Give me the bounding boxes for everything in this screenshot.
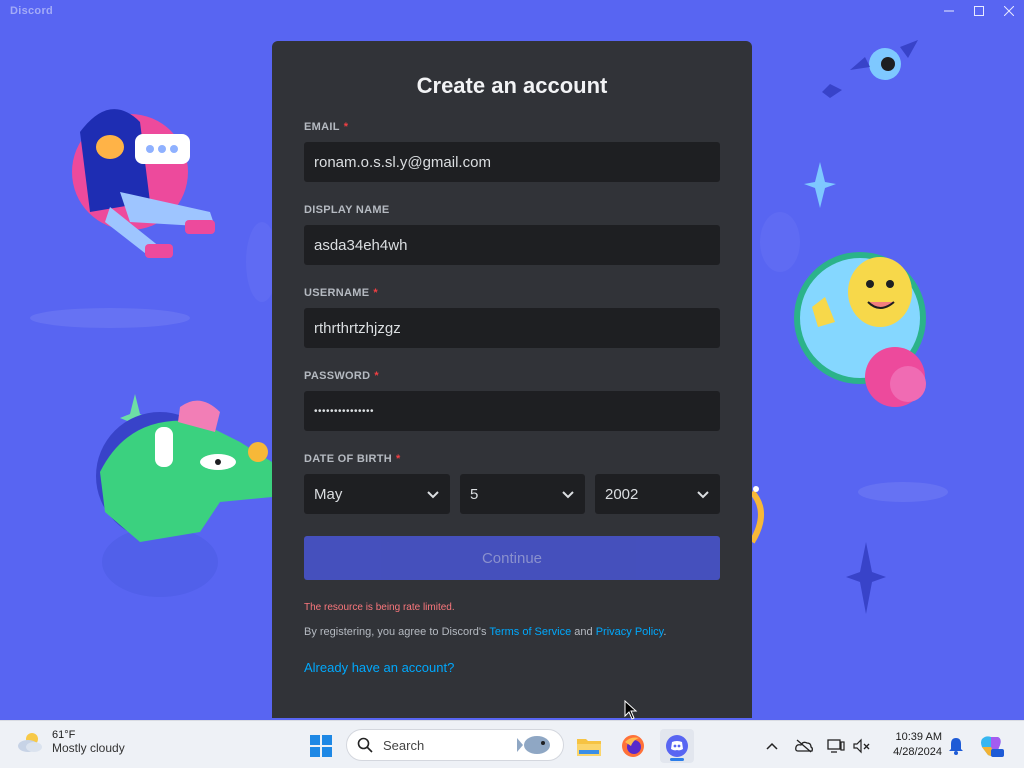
chevron-down-icon: [697, 491, 709, 499]
display-name-label-text: DISPLAY NAME: [304, 204, 390, 216]
green-crocodile-art: [96, 400, 272, 597]
discord-icon[interactable]: [660, 729, 694, 763]
yellow-character-art: [794, 252, 926, 407]
password-label: PASSWORD *: [304, 370, 720, 382]
volume-muted-icon[interactable]: [846, 729, 878, 763]
close-icon[interactable]: [994, 0, 1024, 22]
onedrive-icon[interactable]: [788, 729, 820, 763]
password-label-text: PASSWORD: [304, 370, 371, 382]
chevron-down-icon: [562, 491, 574, 499]
display-name-field-group: DISPLAY NAME asda34eh4wh: [304, 204, 720, 265]
weather-widget[interactable]: 61°F Mostly cloudy: [16, 729, 125, 755]
windows-taskbar: 61°F Mostly cloudy Search 10:39 AM 4/28/…: [0, 720, 1024, 768]
mouse-cursor-icon: [624, 700, 638, 720]
windows-start-icon[interactable]: [304, 729, 338, 763]
copilot-icon[interactable]: [974, 729, 1008, 763]
window-controls: [934, 0, 1024, 22]
email-field-group: EMAIL * ronam.o.s.sl.y@gmail.com: [304, 121, 720, 182]
notification-bell-icon[interactable]: [940, 729, 972, 763]
rate-limit-error: The resource is being rate limited.: [304, 602, 455, 613]
month-select[interactable]: May: [304, 474, 450, 514]
dob-selects: May 5 2002: [304, 474, 720, 514]
required-asterisk: *: [374, 370, 379, 382]
month-value: May: [314, 485, 343, 503]
username-field-group: USERNAME * rthrthrtzhjzgz: [304, 287, 720, 348]
email-field[interactable]: ronam.o.s.sl.y@gmail.com: [304, 142, 720, 182]
firefox-icon[interactable]: [616, 729, 650, 763]
window-titlebar: Discord: [0, 0, 1024, 22]
legal-text: By registering, you agree to Discord's T…: [304, 626, 720, 638]
window-title: Discord: [10, 5, 54, 17]
dob-label-text: DATE OF BIRTH: [304, 453, 393, 465]
bat-creature-art: [822, 40, 918, 98]
username-label-text: USERNAME: [304, 287, 370, 299]
day-value: 5: [470, 485, 479, 503]
active-indicator: [670, 758, 684, 761]
privacy-policy-link[interactable]: Privacy Policy: [596, 626, 664, 638]
clock-time: 10:39 AM: [895, 731, 942, 743]
maximize-icon[interactable]: [964, 0, 994, 22]
email-label-text: EMAIL: [304, 121, 340, 133]
dob-field-group: DATE OF BIRTH * May 5 2002: [304, 453, 720, 514]
continue-button[interactable]: Continue: [304, 536, 720, 580]
dob-label: DATE OF BIRTH *: [304, 453, 720, 465]
email-label: EMAIL *: [304, 121, 720, 133]
username-field[interactable]: rthrthrtzhjzgz: [304, 308, 720, 348]
create-account-modal: Create an account EMAIL * ronam.o.s.sl.y…: [272, 41, 752, 718]
required-asterisk: *: [396, 453, 401, 465]
terms-of-service-link[interactable]: Terms of Service: [489, 626, 571, 638]
required-asterisk: *: [343, 121, 349, 133]
hooded-character-art: [72, 109, 215, 258]
clock-date: 4/28/2024: [893, 746, 942, 758]
year-select[interactable]: 2002: [595, 474, 720, 514]
modal-title: Create an account: [416, 73, 608, 98]
taskbar-search[interactable]: Search: [346, 729, 564, 761]
legal-and: and: [571, 626, 596, 638]
password-field-group: PASSWORD * •••••••••••••••: [304, 370, 720, 431]
day-select[interactable]: 5: [460, 474, 585, 514]
already-have-account-link[interactable]: Already have an account?: [304, 660, 454, 675]
search-icon: [357, 737, 373, 753]
weather-temp: 61°F: [52, 729, 76, 741]
search-label: Search: [383, 737, 425, 753]
taskbar-clock[interactable]: 10:39 AM 4/28/2024: [880, 730, 942, 760]
chevron-down-icon: [427, 491, 439, 499]
weather-condition: Mostly cloudy: [52, 741, 125, 755]
legal-prefix: By registering, you agree to Discord's: [304, 626, 490, 638]
display-name-label: DISPLAY NAME: [304, 204, 720, 216]
search-highlight-fish-icon: [517, 736, 550, 754]
legal-suffix: .: [663, 626, 667, 638]
username-label: USERNAME *: [304, 287, 720, 299]
password-field[interactable]: •••••••••••••••: [304, 391, 720, 431]
partly-cloudy-icon: [18, 733, 42, 752]
chevron-up-icon[interactable]: [756, 729, 788, 763]
year-value: 2002: [605, 485, 639, 503]
minimize-icon[interactable]: [934, 0, 964, 22]
file-explorer-icon[interactable]: [572, 729, 606, 763]
required-asterisk: *: [373, 287, 378, 299]
display-name-field[interactable]: asda34eh4wh: [304, 225, 720, 265]
